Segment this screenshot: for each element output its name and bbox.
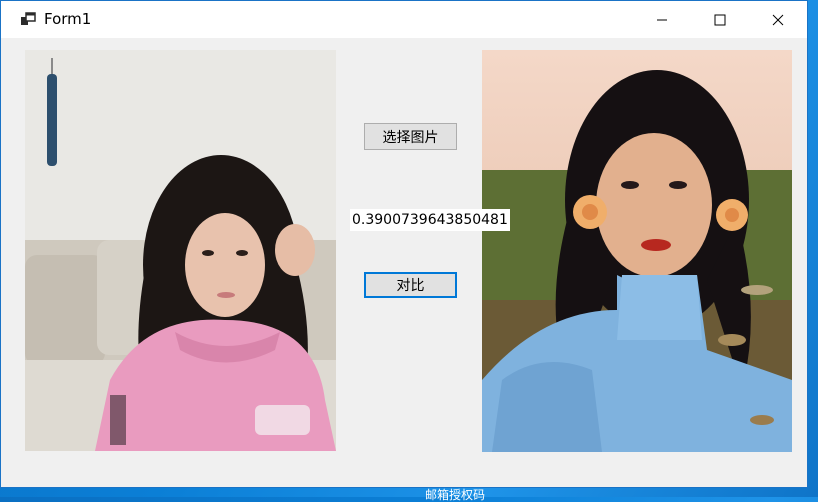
minimize-icon (657, 19, 667, 20)
app-icon (20, 11, 36, 27)
compare-button[interactable]: 对比 (364, 272, 457, 298)
maximize-icon (714, 14, 726, 25)
picture-box-left (25, 50, 336, 451)
similarity-result-label: 0.3900739643850481 (350, 209, 510, 231)
picture-box-right (482, 50, 792, 452)
window-title: Form1 (44, 10, 92, 28)
title-bar[interactable]: Form1 (1, 1, 807, 38)
taskbar-partial-text: 邮箱授权码 (425, 488, 486, 502)
app-window: Form1 选择图片 0.3900739643850481 对比 (0, 0, 808, 488)
maximize-button[interactable] (691, 1, 749, 38)
minimize-button[interactable] (633, 1, 691, 38)
select-image-button[interactable]: 选择图片 (364, 123, 457, 150)
close-button[interactable] (749, 1, 807, 38)
close-icon (772, 14, 784, 25)
